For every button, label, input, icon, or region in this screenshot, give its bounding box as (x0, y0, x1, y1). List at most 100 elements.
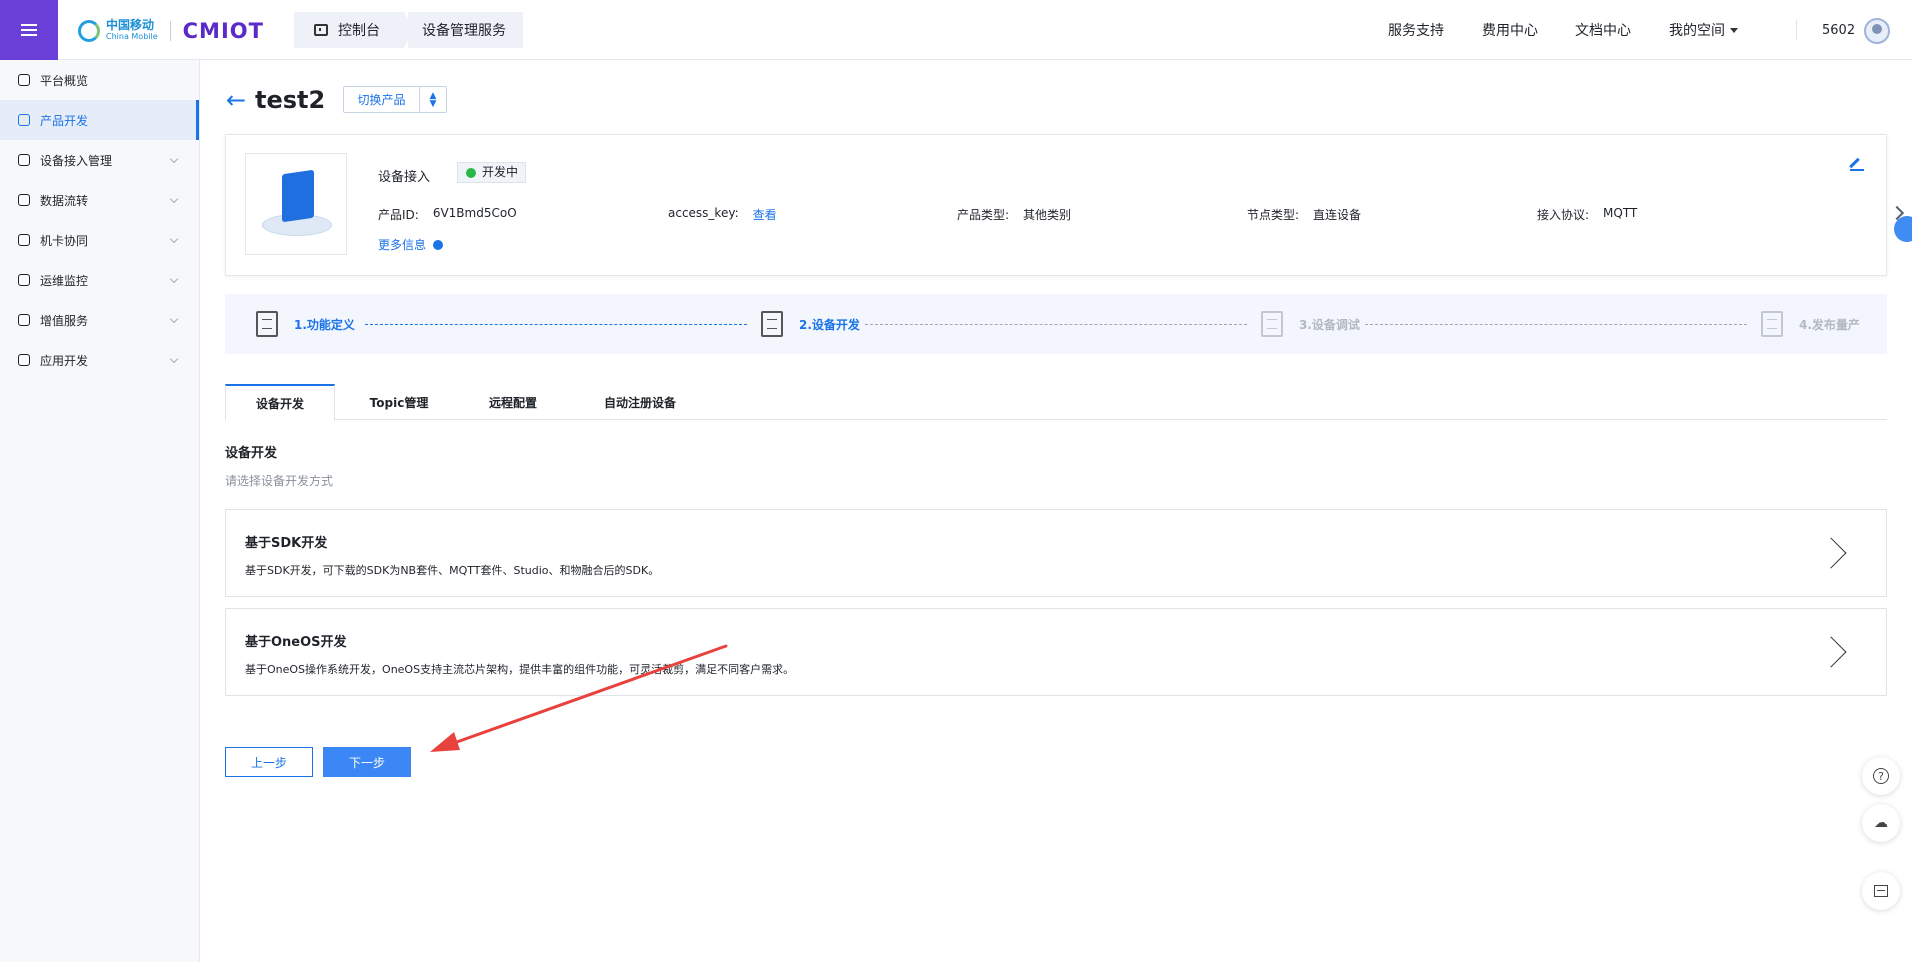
monitor-icon (18, 274, 30, 286)
meta-product-id: 产品ID: 6V1Bmd5CoO (378, 206, 517, 223)
nav-label: 文档中心 (1575, 23, 1631, 39)
product-image (245, 153, 347, 255)
user-id[interactable]: 5602 (1822, 0, 1855, 60)
product-icon (18, 114, 30, 126)
nav-label: 费用中心 (1482, 23, 1538, 39)
logo-divider (169, 21, 171, 41)
step-label: 1.功能定义 (294, 317, 355, 332)
status-badge: 开发中 (457, 162, 527, 183)
option-desc: 基于SDK开发，可下载的SDK为NB套件、MQTT套件、Studio、和物融合后… (245, 564, 660, 577)
sim-card-icon (18, 234, 30, 246)
step-connector (1365, 324, 1747, 325)
step-function-definition[interactable]: 1.功能定义 (256, 294, 355, 354)
sidebar-item-monitor[interactable]: 运维监控 (0, 260, 199, 300)
sidebar-item-product-dev[interactable]: 产品开发 (0, 100, 199, 140)
meta-key: 产品类型: (957, 208, 1010, 222)
meta-protocol: 接入协议: MQTT (1537, 206, 1637, 223)
cloud-icon: ☁ (1874, 815, 1888, 831)
meta-access-key: access_key: 查看 (668, 206, 777, 223)
collapse-button[interactable] (1862, 872, 1900, 910)
step-connector (365, 324, 747, 325)
tab-bar: 设备开发 Topic管理 远程配置 自动注册设备 (225, 384, 1887, 421)
tab-topic-management[interactable]: Topic管理 (347, 384, 451, 420)
step-label: 4.发布量产 (1799, 317, 1860, 332)
tab-remote-config[interactable]: 远程配置 (465, 384, 561, 420)
chevron-down-icon (169, 194, 179, 204)
breadcrumb-console[interactable]: 控制台 (294, 12, 404, 48)
progress-steps: 1.功能定义 2.设备开发 3.设备调试 4.发布量产 (225, 294, 1887, 354)
help-button[interactable]: ? (1862, 757, 1900, 795)
prev-step-button[interactable]: 上一步 (225, 747, 313, 777)
chevron-right-icon (1815, 636, 1847, 668)
value-added-icon (18, 314, 30, 326)
sidebar: 平台概览 产品开发 设备接入管理 数据流转 机卡协同 运维监控 增值服务 应用开… (0, 60, 200, 962)
meta-key: 节点类型: (1247, 208, 1300, 222)
meta-value: 6V1Bmd5CoO (432, 206, 517, 220)
meta-key: 接入协议: (1537, 208, 1590, 222)
avatar[interactable] (1864, 18, 1890, 44)
annotation-arrow-icon (430, 644, 728, 752)
option-title: 基于OneOS开发 (245, 635, 347, 650)
header-divider (1796, 20, 1797, 40)
meta-value: 直连设备 (1313, 208, 1362, 222)
sidebar-item-value-added[interactable]: 增值服务 (0, 300, 199, 340)
switch-product-label: 切换产品 (344, 87, 420, 112)
data-flow-icon (18, 194, 30, 206)
cloud-button[interactable]: ☁ (1862, 804, 1900, 842)
meta-key: 产品ID: (378, 208, 419, 222)
question-icon: ? (1873, 768, 1889, 784)
option-sdk-dev[interactable]: 基于SDK开发 基于SDK开发，可下载的SDK为NB套件、MQTT套件、Stud… (225, 509, 1887, 597)
chevron-down-icon (169, 234, 179, 244)
sidebar-item-data-flow[interactable]: 数据流转 (0, 180, 199, 220)
step-label: 3.设备调试 (1299, 317, 1360, 332)
nav-docs-center[interactable]: 文档中心 (1575, 0, 1631, 60)
assistant-robot-icon[interactable] (1890, 206, 1912, 250)
checklist-icon (1761, 311, 1783, 337)
up-down-icon: ▲ ▼ (429, 90, 437, 109)
meta-key: access_key: (668, 206, 739, 220)
nav-billing-center[interactable]: 费用中心 (1482, 0, 1538, 60)
switch-product-button[interactable]: 切换产品 ▲ ▼ (343, 86, 447, 113)
view-access-key-link[interactable]: 查看 (753, 206, 777, 223)
china-mobile-logo-icon (78, 20, 100, 42)
sidebar-item-label: 平台概览 (40, 73, 89, 88)
step-device-debug[interactable]: 3.设备调试 (1261, 294, 1360, 354)
document-edit-icon (256, 311, 278, 337)
app-dev-icon (18, 354, 30, 366)
sidebar-item-label: 增值服务 (40, 313, 89, 328)
sidebar-item-label: 应用开发 (40, 353, 89, 368)
tab-auto-register[interactable]: 自动注册设备 (575, 384, 705, 420)
step-release[interactable]: 4.发布量产 (1761, 294, 1860, 354)
step-device-dev[interactable]: 2.设备开发 (761, 294, 860, 354)
logo[interactable]: 中国移动 China Mobile CMIOT (78, 18, 264, 44)
back-arrow-icon[interactable]: ← (226, 88, 246, 112)
console-icon (314, 24, 328, 36)
sidebar-item-app-dev[interactable]: 应用开发 (0, 340, 199, 380)
sidebar-item-device-access[interactable]: 设备接入管理 (0, 140, 199, 180)
option-title: 基于SDK开发 (245, 536, 328, 551)
tab-device-dev[interactable]: 设备开发 (225, 384, 335, 421)
step-connector (865, 324, 1247, 325)
nav-my-space-dropdown[interactable]: 我的空间 (1669, 0, 1738, 60)
sidebar-item-label: 产品开发 (40, 113, 89, 128)
logo-cn-text: 中国移动 (106, 18, 155, 32)
hamburger-menu-button[interactable] (0, 0, 58, 60)
sidebar-item-sim-card[interactable]: 机卡协同 (0, 220, 199, 260)
edit-icon[interactable] (1850, 157, 1864, 171)
meta-node-type: 节点类型: 直连设备 (1247, 206, 1361, 223)
nav-service-support[interactable]: 服务支持 (1388, 0, 1444, 60)
breadcrumb-device-service[interactable]: 设备管理服务 (408, 12, 523, 48)
section-title: 设备开发 (225, 446, 278, 461)
nav-label: 服务支持 (1388, 23, 1444, 39)
more-info-link[interactable]: 更多信息 (378, 236, 444, 253)
chevron-down-icon (169, 314, 179, 324)
chevron-down-icon (169, 354, 179, 364)
meta-value: MQTT (1603, 206, 1638, 220)
hamburger-icon (21, 24, 37, 36)
expand-down-icon (433, 239, 444, 250)
page-title: test2 (255, 86, 326, 114)
sidebar-item-overview[interactable]: 平台概览 (0, 60, 199, 100)
top-bar: 中国移动 China Mobile CMIOT 控制台 设备管理服务 服务支持 … (0, 0, 1912, 60)
next-step-button[interactable]: 下一步 (323, 747, 411, 777)
minimize-icon (1874, 885, 1888, 897)
